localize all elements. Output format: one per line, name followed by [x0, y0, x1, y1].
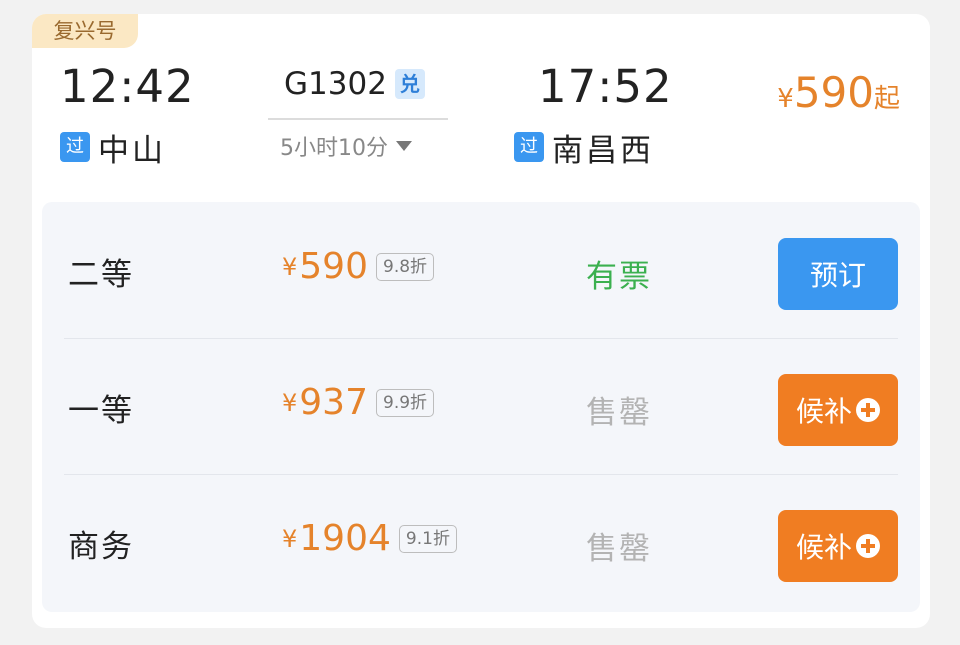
seat-price: ¥ 937 9.9折 — [282, 382, 435, 423]
min-price-amount: 590 — [793, 68, 874, 117]
book-button-label: 预订 — [809, 259, 866, 292]
arrival-time: 17:52 — [538, 60, 673, 113]
availability-status: 售罄 — [586, 395, 652, 431]
caret-down-icon — [396, 141, 412, 151]
waitlist-button-label: 候补 — [795, 531, 852, 564]
min-price-suffix: 起 — [873, 84, 900, 114]
pass-through-badge: 过 — [514, 132, 544, 162]
seat-price-amount: 937 — [299, 382, 368, 423]
train-type-tag: 复兴号 — [32, 14, 138, 48]
arrival-station: 过 南昌西 — [514, 127, 654, 169]
waitlist-button[interactable]: 候补 — [778, 374, 898, 446]
availability-status: 售罄 — [586, 531, 652, 567]
train-number: G1302 — [284, 66, 387, 102]
departure-station: 过 中山 — [60, 127, 166, 169]
discount-tag: 9.1折 — [398, 524, 457, 553]
discount-tag: 9.8折 — [376, 252, 435, 281]
seat-price-currency: ¥ — [282, 252, 298, 281]
seat-price-currency: ¥ — [282, 388, 298, 417]
min-price: ¥ 590 起 — [777, 68, 900, 117]
seat-row-first-class: 一等 ¥ 937 9.9折 售罄 候补 — [42, 338, 920, 474]
discount-tag: 9.9折 — [376, 388, 435, 417]
min-price-currency: ¥ — [777, 84, 794, 114]
duration-toggle[interactable]: 5小时10分 — [280, 130, 412, 162]
pass-through-badge: 过 — [60, 132, 90, 162]
train-number-area[interactable]: G1302 兑 — [268, 66, 448, 120]
departure-station-name: 中山 — [98, 132, 166, 169]
departure-time: 12:42 — [60, 60, 195, 113]
seat-class-label: 一等 — [68, 393, 134, 429]
book-button[interactable]: 预订 — [778, 238, 898, 310]
plus-circle-icon — [856, 534, 880, 558]
seat-class-label: 二等 — [68, 257, 134, 293]
arrival-station-name: 南昌西 — [552, 132, 654, 169]
seat-row-second-class: 二等 ¥ 590 9.8折 有票 预订 — [42, 202, 920, 338]
seat-row-business-class: 商务 ¥ 1904 9.1折 售罄 候补 — [42, 474, 920, 610]
seat-price: ¥ 1904 9.1折 — [282, 518, 457, 559]
plus-circle-icon — [856, 398, 880, 422]
seat-options-panel: 二等 ¥ 590 9.8折 有票 预订 一等 ¥ 937 9.9折 售罄 候补 — [42, 202, 920, 612]
seat-class-label: 商务 — [68, 529, 134, 565]
train-ticket-card[interactable]: 复兴号 12:42 过 中山 G1302 兑 5小时10分 17:52 过 南昌… — [32, 14, 930, 628]
waitlist-button-label: 候补 — [795, 395, 852, 428]
exchange-badge: 兑 — [394, 69, 425, 99]
seat-price-amount: 1904 — [299, 518, 391, 559]
waitlist-button[interactable]: 候补 — [778, 510, 898, 582]
seat-price: ¥ 590 9.8折 — [282, 246, 435, 287]
seat-price-amount: 590 — [299, 246, 368, 287]
seat-price-currency: ¥ — [282, 524, 298, 553]
train-number-row: G1302 兑 — [284, 66, 425, 102]
availability-status: 有票 — [586, 259, 652, 295]
duration-text: 5小时10分 — [280, 136, 388, 161]
